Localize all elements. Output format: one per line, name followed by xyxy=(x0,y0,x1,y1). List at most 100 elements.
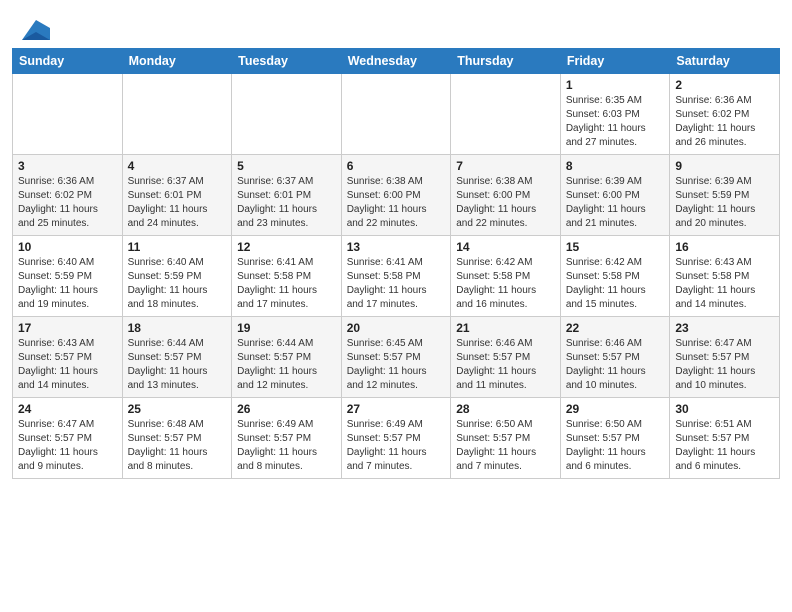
calendar-week-row: 10 Sunrise: 6:40 AM Sunset: 5:59 PM Dayli… xyxy=(13,236,780,317)
calendar-cell xyxy=(13,74,123,155)
day-info: Sunrise: 6:49 AM Sunset: 5:57 PM Dayligh… xyxy=(347,418,446,474)
day-info: Sunrise: 6:42 AM Sunset: 5:58 PM Dayligh… xyxy=(566,256,665,312)
day-info: Sunrise: 6:39 AM Sunset: 5:59 PM Dayligh… xyxy=(675,175,774,231)
day-info: Sunrise: 6:46 AM Sunset: 5:57 PM Dayligh… xyxy=(566,337,665,393)
day-number: 15 xyxy=(566,240,665,254)
day-info: Sunrise: 6:49 AM Sunset: 5:57 PM Dayligh… xyxy=(237,418,336,474)
calendar-week-row: 17Sunrise: 6:43 AM Sunset: 5:57 PM Dayli… xyxy=(13,317,780,398)
day-info: Sunrise: 6:46 AM Sunset: 5:57 PM Dayligh… xyxy=(456,337,555,393)
calendar-cell: 12 Sunrise: 6:41 AM Sunset: 5:58 PM Dayli… xyxy=(232,236,342,317)
weekday-header-row: SundayMondayTuesdayWednesdayThursdayFrid… xyxy=(13,49,780,74)
day-number: 22 xyxy=(566,321,665,335)
calendar-cell: 4 Sunrise: 6:37 AM Sunset: 6:01 PM Daylig… xyxy=(122,155,232,236)
day-number: 25 xyxy=(128,402,227,416)
weekday-header-sunday: Sunday xyxy=(13,49,123,74)
day-number: 19 xyxy=(237,321,336,335)
day-number: 29 xyxy=(566,402,665,416)
calendar-cell: 18Sunrise: 6:44 AM Sunset: 5:57 PM Dayli… xyxy=(122,317,232,398)
day-number: 20 xyxy=(347,321,446,335)
day-info: Sunrise: 6:43 AM Sunset: 5:58 PM Dayligh… xyxy=(675,256,774,312)
calendar-wrap: SundayMondayTuesdayWednesdayThursdayFrid… xyxy=(0,48,792,491)
calendar-cell: 14Sunrise: 6:42 AM Sunset: 5:58 PM Dayli… xyxy=(451,236,561,317)
calendar-cell xyxy=(122,74,232,155)
logo xyxy=(20,20,50,40)
calendar-cell: 3 Sunrise: 6:36 AM Sunset: 6:02 PM Daylig… xyxy=(13,155,123,236)
calendar-cell: 17Sunrise: 6:43 AM Sunset: 5:57 PM Dayli… xyxy=(13,317,123,398)
day-info: Sunrise: 6:39 AM Sunset: 6:00 PM Dayligh… xyxy=(566,175,665,231)
day-info: Sunrise: 6:48 AM Sunset: 5:57 PM Dayligh… xyxy=(128,418,227,474)
calendar-cell: 1 Sunrise: 6:35 AM Sunset: 6:03 PM Daylig… xyxy=(560,74,670,155)
calendar-cell: 5Sunrise: 6:37 AM Sunset: 6:01 PM Daylig… xyxy=(232,155,342,236)
day-info: Sunrise: 6:44 AM Sunset: 5:57 PM Dayligh… xyxy=(237,337,336,393)
calendar-cell: 27 Sunrise: 6:49 AM Sunset: 5:57 PM Dayli… xyxy=(341,398,451,479)
weekday-header-monday: Monday xyxy=(122,49,232,74)
day-info: Sunrise: 6:41 AM Sunset: 5:58 PM Dayligh… xyxy=(237,256,336,312)
day-number: 21 xyxy=(456,321,555,335)
day-info: Sunrise: 6:47 AM Sunset: 5:57 PM Dayligh… xyxy=(18,418,117,474)
calendar-cell: 16 Sunrise: 6:43 AM Sunset: 5:58 PM Dayli… xyxy=(670,236,780,317)
day-info: Sunrise: 6:51 AM Sunset: 5:57 PM Dayligh… xyxy=(675,418,774,474)
calendar-cell xyxy=(451,74,561,155)
day-info: Sunrise: 6:37 AM Sunset: 6:01 PM Dayligh… xyxy=(128,175,227,231)
calendar-cell: 10 Sunrise: 6:40 AM Sunset: 5:59 PM Dayli… xyxy=(13,236,123,317)
day-number: 1 xyxy=(566,78,665,92)
weekday-header-tuesday: Tuesday xyxy=(232,49,342,74)
day-info: Sunrise: 6:45 AM Sunset: 5:57 PM Dayligh… xyxy=(347,337,446,393)
day-number: 16 xyxy=(675,240,774,254)
calendar-cell: 11Sunrise: 6:40 AM Sunset: 5:59 PM Dayli… xyxy=(122,236,232,317)
day-number: 5 xyxy=(237,159,336,173)
calendar-cell: 22 Sunrise: 6:46 AM Sunset: 5:57 PM Dayli… xyxy=(560,317,670,398)
weekday-header-saturday: Saturday xyxy=(670,49,780,74)
calendar-cell: 8 Sunrise: 6:39 AM Sunset: 6:00 PM Daylig… xyxy=(560,155,670,236)
day-info: Sunrise: 6:40 AM Sunset: 5:59 PM Dayligh… xyxy=(128,256,227,312)
day-info: Sunrise: 6:43 AM Sunset: 5:57 PM Dayligh… xyxy=(18,337,117,393)
calendar-cell: 15 Sunrise: 6:42 AM Sunset: 5:58 PM Dayli… xyxy=(560,236,670,317)
day-info: Sunrise: 6:44 AM Sunset: 5:57 PM Dayligh… xyxy=(128,337,227,393)
calendar-cell: 26 Sunrise: 6:49 AM Sunset: 5:57 PM Dayli… xyxy=(232,398,342,479)
calendar-cell: 2 Sunrise: 6:36 AM Sunset: 6:02 PM Daylig… xyxy=(670,74,780,155)
day-number: 8 xyxy=(566,159,665,173)
day-number: 24 xyxy=(18,402,117,416)
calendar-cell: 7Sunrise: 6:38 AM Sunset: 6:00 PM Daylig… xyxy=(451,155,561,236)
weekday-header-friday: Friday xyxy=(560,49,670,74)
day-info: Sunrise: 6:38 AM Sunset: 6:00 PM Dayligh… xyxy=(347,175,446,231)
calendar-table: SundayMondayTuesdayWednesdayThursdayFrid… xyxy=(12,48,780,479)
calendar-cell: 9 Sunrise: 6:39 AM Sunset: 5:59 PM Daylig… xyxy=(670,155,780,236)
calendar-cell: 25 Sunrise: 6:48 AM Sunset: 5:57 PM Dayli… xyxy=(122,398,232,479)
day-info: Sunrise: 6:50 AM Sunset: 5:57 PM Dayligh… xyxy=(456,418,555,474)
calendar-cell: 30Sunrise: 6:51 AM Sunset: 5:57 PM Dayli… xyxy=(670,398,780,479)
day-info: Sunrise: 6:35 AM Sunset: 6:03 PM Dayligh… xyxy=(566,94,665,150)
calendar-week-row: 24 Sunrise: 6:47 AM Sunset: 5:57 PM Dayli… xyxy=(13,398,780,479)
calendar-cell: 20 Sunrise: 6:45 AM Sunset: 5:57 PM Dayli… xyxy=(341,317,451,398)
day-number: 10 xyxy=(18,240,117,254)
calendar-cell: 29Sunrise: 6:50 AM Sunset: 5:57 PM Dayli… xyxy=(560,398,670,479)
day-number: 2 xyxy=(675,78,774,92)
calendar-cell xyxy=(341,74,451,155)
calendar-cell: 28 Sunrise: 6:50 AM Sunset: 5:57 PM Dayli… xyxy=(451,398,561,479)
day-info: Sunrise: 6:47 AM Sunset: 5:57 PM Dayligh… xyxy=(675,337,774,393)
day-number: 3 xyxy=(18,159,117,173)
calendar-cell: 23 Sunrise: 6:47 AM Sunset: 5:57 PM Dayli… xyxy=(670,317,780,398)
day-info: Sunrise: 6:36 AM Sunset: 6:02 PM Dayligh… xyxy=(18,175,117,231)
day-number: 26 xyxy=(237,402,336,416)
day-number: 9 xyxy=(675,159,774,173)
day-number: 23 xyxy=(675,321,774,335)
day-info: Sunrise: 6:40 AM Sunset: 5:59 PM Dayligh… xyxy=(18,256,117,312)
day-info: Sunrise: 6:36 AM Sunset: 6:02 PM Dayligh… xyxy=(675,94,774,150)
calendar-cell: 19 Sunrise: 6:44 AM Sunset: 5:57 PM Dayli… xyxy=(232,317,342,398)
day-number: 27 xyxy=(347,402,446,416)
day-number: 4 xyxy=(128,159,227,173)
calendar-cell: 21 Sunrise: 6:46 AM Sunset: 5:57 PM Dayli… xyxy=(451,317,561,398)
calendar-week-row: 1 Sunrise: 6:35 AM Sunset: 6:03 PM Daylig… xyxy=(13,74,780,155)
calendar-week-row: 3 Sunrise: 6:36 AM Sunset: 6:02 PM Daylig… xyxy=(13,155,780,236)
calendar-cell: 24 Sunrise: 6:47 AM Sunset: 5:57 PM Dayli… xyxy=(13,398,123,479)
calendar-cell: 6Sunrise: 6:38 AM Sunset: 6:00 PM Daylig… xyxy=(341,155,451,236)
calendar-cell xyxy=(232,74,342,155)
calendar-cell: 13Sunrise: 6:41 AM Sunset: 5:58 PM Dayli… xyxy=(341,236,451,317)
page-header xyxy=(0,0,792,48)
day-number: 28 xyxy=(456,402,555,416)
day-info: Sunrise: 6:41 AM Sunset: 5:58 PM Dayligh… xyxy=(347,256,446,312)
day-info: Sunrise: 6:42 AM Sunset: 5:58 PM Dayligh… xyxy=(456,256,555,312)
weekday-header-thursday: Thursday xyxy=(451,49,561,74)
day-number: 12 xyxy=(237,240,336,254)
